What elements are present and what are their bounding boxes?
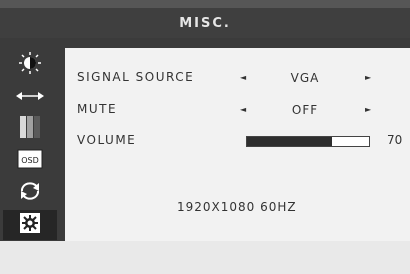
mute-right-arrow[interactable]: ► xyxy=(365,105,371,114)
sidebar-item-position[interactable] xyxy=(3,82,57,112)
monitor-bezel xyxy=(0,241,410,274)
brightness-icon xyxy=(18,51,42,79)
mute-label: MUTE xyxy=(77,102,118,116)
volume-label: VOLUME xyxy=(77,133,137,147)
signal-source-left-arrow[interactable]: ◄ xyxy=(240,73,246,82)
volume-slider[interactable] xyxy=(246,136,370,147)
sidebar-item-color[interactable] xyxy=(3,114,57,144)
menu-title: MISC. xyxy=(0,8,410,38)
sidebar-item-osd[interactable]: OSD xyxy=(3,146,57,176)
sidebar: OSD xyxy=(3,48,57,242)
position-arrows-icon xyxy=(15,88,45,107)
resolution-status: 1920X1080 60HZ xyxy=(177,200,297,214)
sidebar-item-reset[interactable] xyxy=(3,178,57,208)
volume-slider-fill xyxy=(247,137,333,146)
volume-value: 70 xyxy=(387,133,403,147)
mute-value[interactable]: OFF xyxy=(275,103,335,117)
gear-icon xyxy=(18,211,42,239)
settings-panel: SIGNAL SOURCE ◄ VGA ► MUTE ◄ OFF ► VOLUM… xyxy=(65,48,410,242)
sidebar-item-misc[interactable] xyxy=(3,210,57,240)
signal-source-label: SIGNAL SOURCE xyxy=(77,70,195,84)
color-bars-icon xyxy=(19,115,41,143)
reset-cycle-icon xyxy=(17,181,43,205)
osd-icon-label: OSD xyxy=(21,156,39,165)
sidebar-item-brightness[interactable] xyxy=(3,50,57,80)
osd-icon: OSD xyxy=(17,149,43,173)
signal-source-value[interactable]: VGA xyxy=(275,71,335,85)
signal-source-right-arrow[interactable]: ► xyxy=(365,73,371,82)
osd-menu: MISC. OSD SIGNAL SOURCE ◄ VGA ► MUTE ◄ O… xyxy=(0,8,410,242)
mute-left-arrow[interactable]: ◄ xyxy=(240,105,246,114)
